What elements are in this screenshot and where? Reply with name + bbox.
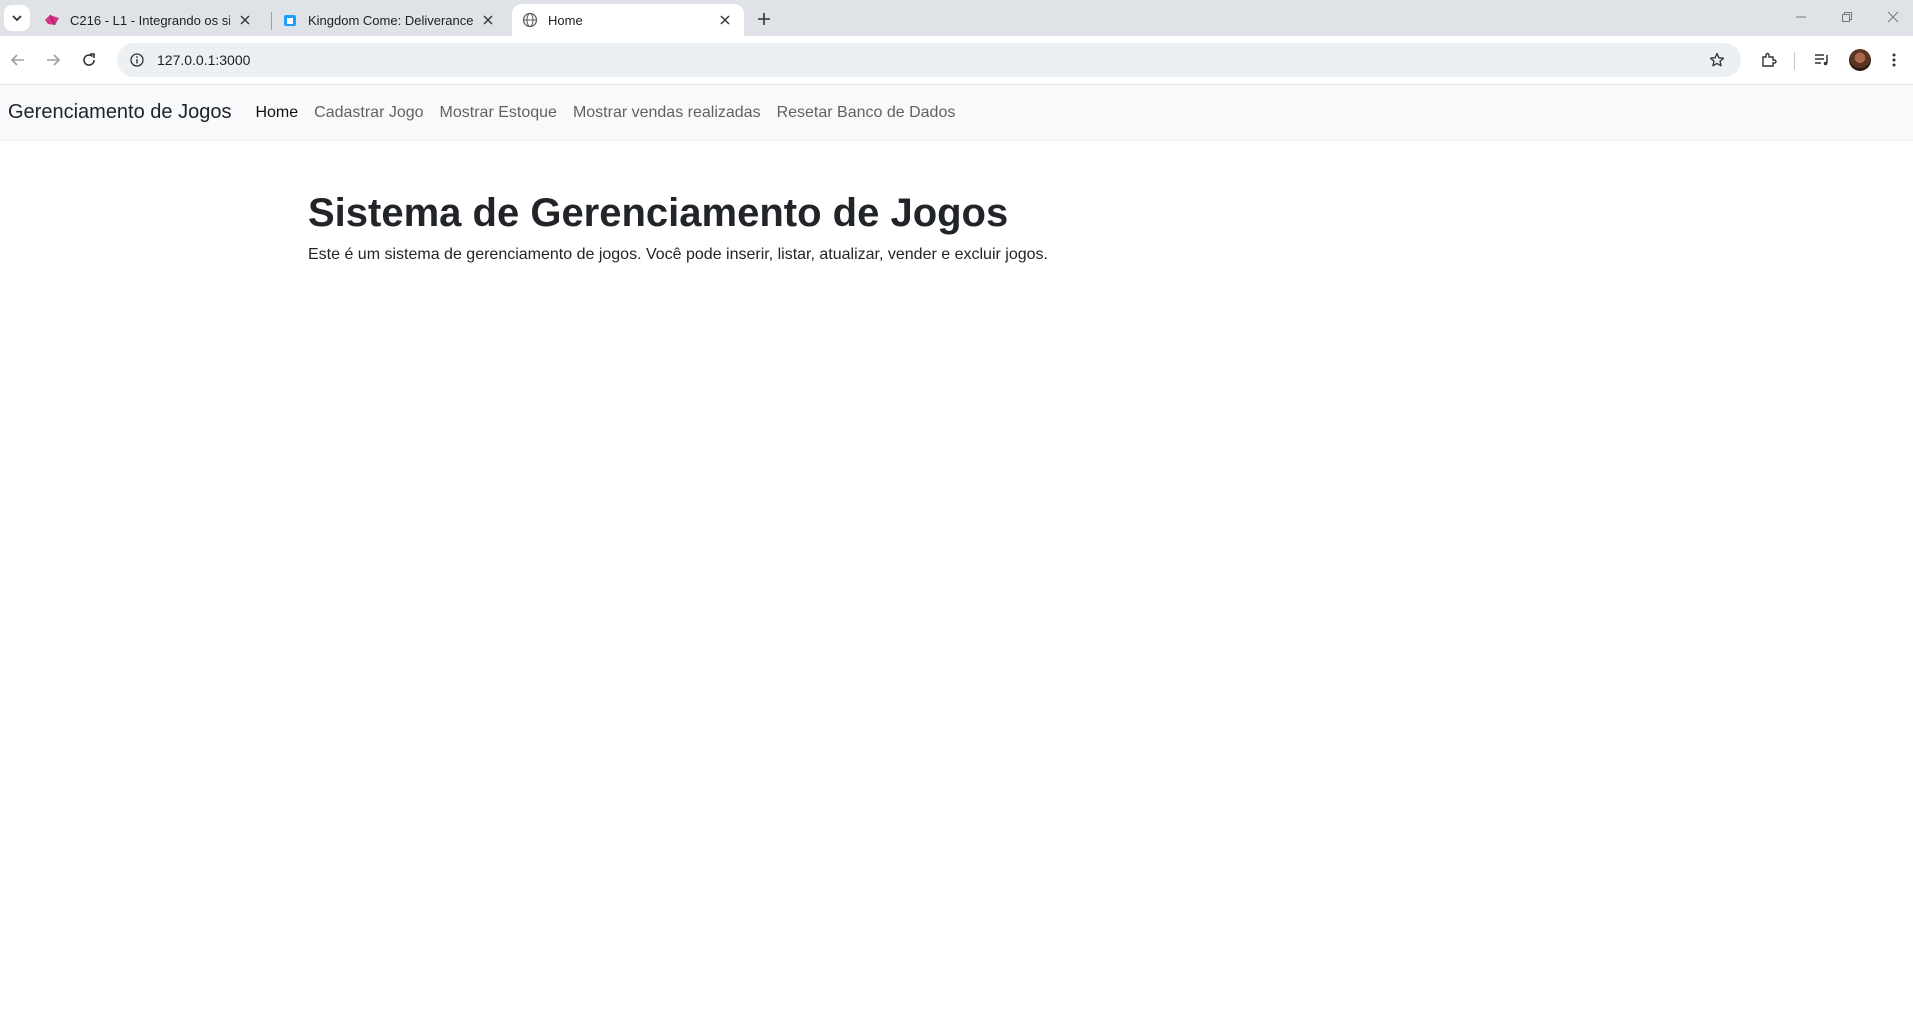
nav-link-resetar-banco[interactable]: Resetar Banco de Dados [777, 104, 956, 122]
browser-tab-kingdom-come[interactable]: Kingdom Come: Deliverance II [272, 4, 507, 36]
store-icon [282, 12, 298, 28]
media-control-button[interactable] [1810, 48, 1834, 72]
nav-link-mostrar-estoque[interactable]: Mostrar Estoque [440, 104, 557, 122]
nav-link-mostrar-vendas[interactable]: Mostrar vendas realizadas [573, 104, 761, 122]
navbar-brand[interactable]: Gerenciamento de Jogos [8, 101, 231, 124]
minimize-icon [1796, 16, 1806, 18]
address-bar[interactable]: 127.0.0.1:3000 [117, 43, 1741, 77]
puzzle-icon [1762, 52, 1777, 67]
main-content: Sistema de Gerenciamento de Jogos Este é… [308, 191, 1913, 264]
page-description: Este é um sistema de gerenciamento de jo… [308, 246, 1048, 263]
browser-tabstrip: C216 - L1 - Integrando os siste Kingdom … [0, 0, 1913, 36]
globe-icon [522, 12, 538, 28]
nav-link-cadastrar-jogo[interactable]: Cadastrar Jogo [314, 104, 423, 122]
new-tab-button[interactable] [752, 7, 776, 31]
tab-title: C216 - L1 - Integrando os siste [70, 12, 230, 28]
pink-gem-icon [44, 12, 60, 28]
chevron-down-icon [12, 15, 22, 22]
close-icon[interactable] [716, 11, 734, 29]
restore-button[interactable] [1824, 0, 1870, 34]
restore-icon [1842, 12, 1852, 22]
minimize-button[interactable] [1778, 0, 1824, 34]
reload-icon [83, 53, 95, 66]
close-window-button[interactable] [1870, 0, 1913, 34]
site-info-icon[interactable] [125, 48, 149, 72]
nav-link-home[interactable]: Home [255, 104, 298, 122]
forward-button[interactable] [41, 48, 65, 72]
bookmark-star-icon[interactable] [1705, 48, 1729, 72]
extensions-button[interactable] [1757, 48, 1781, 72]
back-button[interactable] [6, 48, 30, 72]
close-icon[interactable] [479, 11, 497, 29]
site-navbar: Gerenciamento de Jogos Home Cadastrar Jo… [0, 85, 1913, 141]
arrow-right-icon [47, 54, 61, 66]
reload-button[interactable] [77, 48, 101, 72]
toolbar-divider [1794, 52, 1795, 70]
browser-tab-c216[interactable]: C216 - L1 - Integrando os siste [34, 4, 264, 36]
playlist-icon [1815, 54, 1828, 66]
plus-icon [758, 13, 770, 25]
profile-avatar[interactable] [1849, 49, 1871, 71]
tab-title: Home [548, 12, 583, 28]
tab-search-button[interactable] [4, 5, 30, 31]
close-icon [1887, 11, 1899, 23]
browser-menu-button[interactable] [1882, 48, 1906, 72]
tab-title: Kingdom Come: Deliverance II [308, 12, 473, 28]
close-icon[interactable] [236, 11, 254, 29]
address-url[interactable]: 127.0.0.1:3000 [157, 52, 250, 68]
page-title: Sistema de Gerenciamento de Jogos [308, 191, 1009, 235]
browser-tab-home[interactable]: Home [512, 4, 744, 36]
arrow-left-icon [10, 54, 24, 66]
browser-toolbar: 127.0.0.1:3000 [0, 36, 1913, 85]
more-vertical-icon [1892, 53, 1896, 67]
